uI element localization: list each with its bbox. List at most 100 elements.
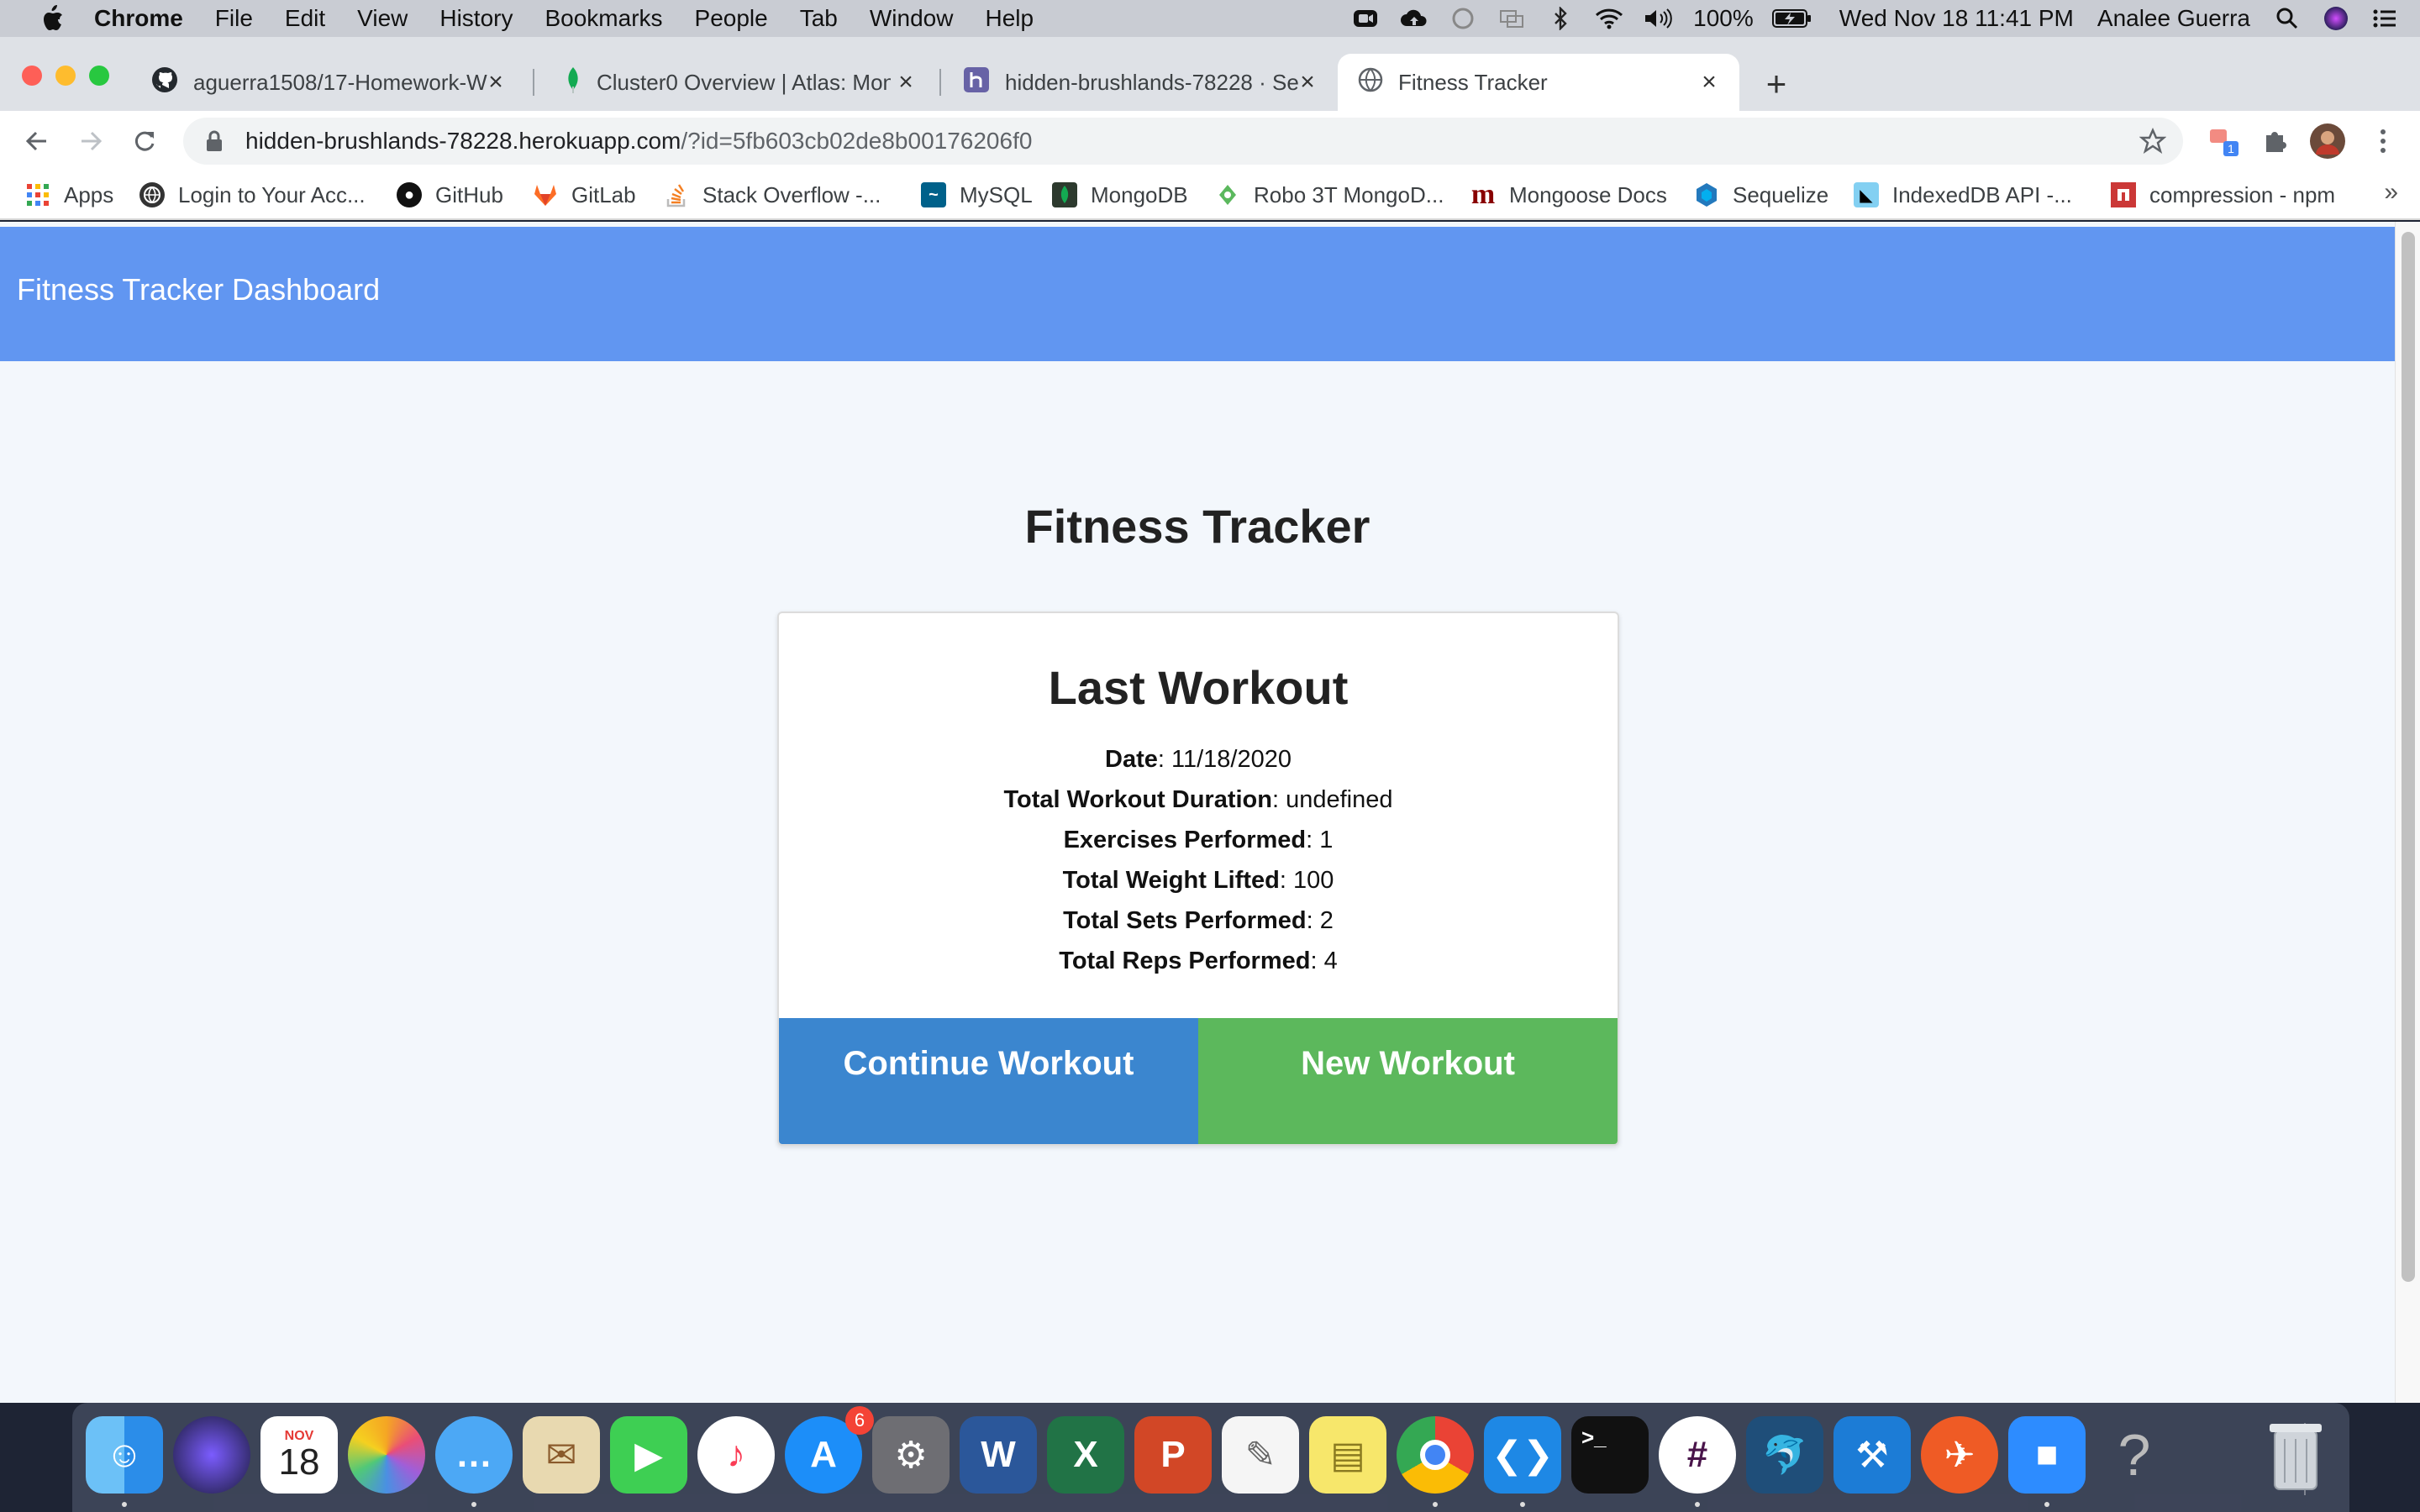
bookmark-label: IndexedDB API -... (1892, 181, 2072, 207)
mdn-icon: ◣ (1854, 182, 1879, 207)
trash-icon[interactable] (2257, 1416, 2334, 1494)
close-tab-icon[interactable]: × (894, 68, 918, 96)
siri-app-icon[interactable] (173, 1416, 250, 1494)
tab-fitness-tracker[interactable]: Fitness Tracker × (1338, 54, 1739, 111)
stat-value: 1 (1319, 827, 1334, 853)
navbar-brand-link[interactable]: Fitness Tracker Dashboard (17, 272, 380, 307)
continue-workout-button[interactable]: Continue Workout (779, 1018, 1198, 1144)
new-workout-button[interactable]: New Workout (1198, 1018, 1618, 1144)
bookmark-apps[interactable]: Apps (25, 180, 113, 210)
profile-avatar[interactable] (2309, 123, 2346, 160)
bookmark-robo3t[interactable]: Robo 3T MongoD... (1215, 180, 1444, 210)
vscode-icon[interactable]: ❮❯ (1484, 1416, 1561, 1494)
slack-icon[interactable]: # (1659, 1416, 1736, 1494)
volume-icon[interactable] (1643, 7, 1673, 30)
facetime-icon[interactable]: ▶ (610, 1416, 687, 1494)
window-close-button[interactable] (22, 66, 42, 86)
close-tab-icon[interactable]: × (1697, 68, 1721, 96)
menubar-user[interactable]: Analee Guerra (2097, 5, 2250, 32)
scrollbar-thumb[interactable] (2402, 232, 2415, 1282)
menu-file[interactable]: File (215, 5, 253, 32)
textedit-icon[interactable]: ✎ (1222, 1416, 1299, 1494)
menu-view[interactable]: View (357, 5, 408, 32)
powerpoint-icon[interactable]: P (1134, 1416, 1212, 1494)
finder-icon[interactable]: ☺ (86, 1416, 163, 1494)
menu-people[interactable]: People (695, 5, 768, 32)
menu-history[interactable]: History (439, 5, 513, 32)
extension-badge-icon[interactable]: 1 (2205, 123, 2242, 160)
lock-icon[interactable] (202, 129, 227, 154)
menu-window[interactable]: Window (870, 5, 954, 32)
menubar-clock[interactable]: Wed Nov 18 11:41 PM (1839, 5, 2074, 32)
excel-icon[interactable]: X (1047, 1416, 1124, 1494)
bookmark-npm-compression[interactable]: compression - npm (2111, 180, 2335, 210)
url-path: /?id=5fb603cb02de8b00176206f0 (681, 128, 1033, 154)
spotlight-search-icon[interactable] (2272, 7, 2302, 30)
mongodb-leaf-icon (565, 66, 581, 99)
menu-tab[interactable]: Tab (800, 5, 838, 32)
battery-charging-icon[interactable] (1771, 7, 1812, 30)
window-zoom-button[interactable] (89, 66, 109, 86)
siri-icon[interactable] (2321, 7, 2351, 30)
calendar-icon[interactable]: NOV 18 (260, 1416, 338, 1494)
word-icon[interactable]: W (960, 1416, 1037, 1494)
wifi-icon[interactable] (1594, 7, 1624, 30)
bookmark-sequelize[interactable]: Sequelize (1694, 180, 1828, 210)
mail-icon[interactable]: ✉ (523, 1416, 600, 1494)
chrome-icon[interactable] (1397, 1416, 1474, 1494)
messages-icon[interactable]: … (435, 1416, 513, 1494)
bookmark-mongodb[interactable]: MongoDB (1052, 180, 1188, 210)
zoom-status-icon[interactable] (1350, 7, 1381, 30)
help-question-icon[interactable]: ? (2096, 1416, 2173, 1494)
bookmark-login[interactable]: Login to Your Acc... (139, 180, 366, 210)
bookmark-mysql[interactable]: ~ MySQL (921, 180, 1033, 210)
terminal-icon[interactable]: >_ (1571, 1416, 1649, 1494)
mysql-workbench-icon[interactable]: 🐬 (1746, 1416, 1823, 1494)
tab-heroku[interactable]: hidden-brushlands-78228 · Se × (943, 54, 1338, 111)
back-button[interactable] (18, 123, 55, 160)
menu-help[interactable]: Help (985, 5, 1034, 32)
bookmark-github[interactable]: ● GitHub (397, 180, 503, 210)
sync-status-icon[interactable] (1448, 7, 1478, 30)
bookmark-label: MySQL (960, 181, 1033, 207)
calendar-day: 18 (278, 1441, 320, 1483)
cloud-upload-icon[interactable] (1399, 7, 1429, 30)
bookmark-stackoverflow[interactable]: Stack Overflow -... (664, 180, 881, 210)
address-bar[interactable]: hidden-brushlands-78228.herokuapp.com/?i… (183, 118, 2183, 165)
last-workout-card: Last Workout Date: 11/18/2020 Total Work… (777, 612, 1619, 1146)
chrome-menu-icon[interactable] (2365, 123, 2402, 160)
menu-app-name[interactable]: Chrome (94, 5, 183, 32)
system-preferences-icon[interactable]: ⚙ (872, 1416, 950, 1494)
bookmarks-overflow-chevron-icon[interactable]: » (2384, 178, 2398, 207)
bookmark-star-icon[interactable] (2139, 127, 2167, 155)
forward-button[interactable] (72, 123, 109, 160)
music-icon[interactable]: ♪ (697, 1416, 775, 1494)
xcode-icon[interactable]: ⚒ (1833, 1416, 1911, 1494)
zoom-app-icon[interactable]: ■ (2008, 1416, 2086, 1494)
close-tab-icon[interactable]: × (1296, 68, 1319, 96)
menu-bookmarks[interactable]: Bookmarks (544, 5, 662, 32)
bluetooth-icon[interactable] (1545, 7, 1576, 30)
extensions-puzzle-icon[interactable] (2257, 123, 2294, 160)
reload-button[interactable] (126, 123, 163, 160)
bookmark-mongoose[interactable]: m Mongoose Docs (1470, 179, 1667, 210)
bookmark-gitlab[interactable]: GitLab (533, 180, 636, 210)
new-tab-button[interactable]: + (1758, 64, 1795, 103)
tab-mongodb-atlas[interactable]: Cluster0 Overview | Atlas: Mon × (544, 54, 936, 111)
notification-center-icon[interactable] (2370, 7, 2400, 30)
robo3t-icon (1215, 182, 1240, 207)
close-tab-icon[interactable]: × (484, 68, 508, 96)
tab-github-repo[interactable]: aguerra1508/17-Homework-Wo × (131, 54, 526, 111)
macos-menu-bar: Chrome File Edit View History Bookmarks … (0, 0, 2420, 37)
chrome-tab-strip: aguerra1508/17-Homework-Wo × Cluster0 Ov… (0, 37, 2420, 111)
photos-icon[interactable] (348, 1416, 425, 1494)
window-minimize-button[interactable] (55, 66, 76, 86)
stickies-icon[interactable]: ▤ (1309, 1416, 1386, 1494)
bookmark-indexeddb[interactable]: ◣ IndexedDB API -... (1854, 180, 2072, 210)
apple-menu-icon[interactable] (34, 0, 71, 37)
screen-mirror-icon[interactable] (1497, 7, 1527, 30)
menu-edit[interactable]: Edit (285, 5, 325, 32)
stat-value: 11/18/2020 (1171, 746, 1292, 773)
postman-icon[interactable]: ✈ (1921, 1416, 1998, 1494)
page-scrollbar[interactable] (2395, 222, 2420, 1403)
